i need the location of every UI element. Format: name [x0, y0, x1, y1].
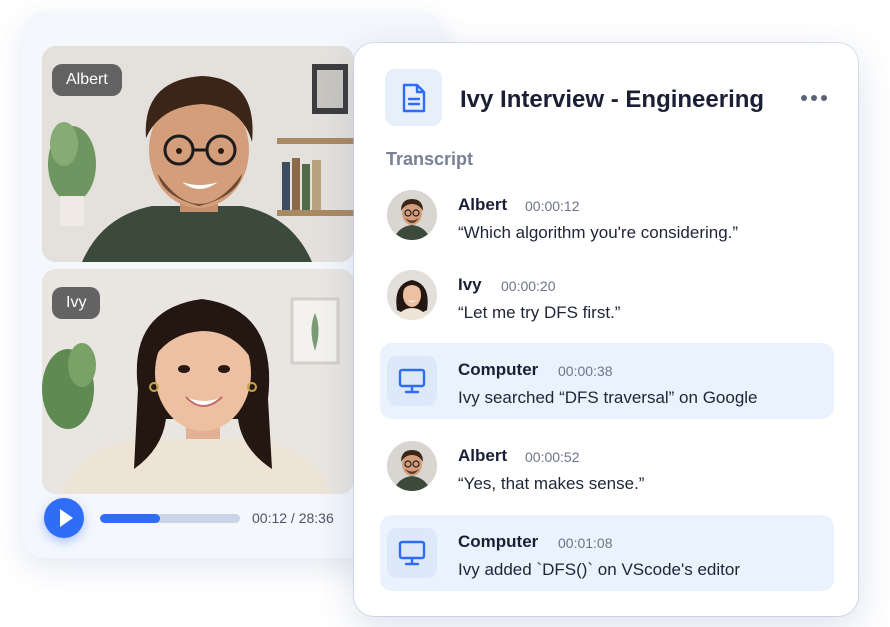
time-readout: 00:12 / 28:36 [252, 510, 334, 526]
speaker-name: Computer [458, 360, 539, 379]
section-label: Transcript [386, 149, 474, 169]
entry-message: “Yes, that makes sense.” [458, 474, 645, 493]
progress-fill [100, 514, 161, 523]
progress-slider[interactable] [100, 514, 240, 523]
transcript-entry[interactable]: Albert 00:00:12 “Which algorithm you're … [380, 183, 834, 247]
entry-timestamp: 00:00:52 [525, 449, 580, 465]
entry-timestamp: 00:00:20 [501, 278, 556, 294]
transcript-panel: Ivy Interview - Engineering Transcript A… [354, 43, 858, 616]
transcript-entry[interactable]: Ivy 00:00:20 “Let me try DFS first.” [380, 263, 834, 327]
play-button[interactable] [44, 498, 84, 538]
media-player-controls: 00:12 / 28:36 [42, 496, 342, 540]
speaker-name: Ivy [458, 275, 482, 294]
avatar-albert [387, 190, 437, 240]
entry-timestamp: 00:01:08 [558, 535, 613, 551]
video-tile-albert[interactable]: Albert [42, 46, 354, 262]
speaker-name: Albert [458, 446, 508, 465]
participant-name-tag: Albert [52, 64, 122, 96]
entry-timestamp: 00:00:12 [525, 198, 580, 214]
transcript-entry-computer[interactable]: Computer 00:00:38 Ivy searched “DFS trav… [380, 343, 834, 419]
panel-title: Ivy Interview - Engineering [460, 86, 765, 113]
monitor-icon [387, 528, 437, 578]
speaker-name: Computer [458, 532, 539, 551]
participant-name-tag: Ivy [52, 287, 101, 319]
speaker-name: Albert [458, 195, 508, 214]
transcript-entry-computer[interactable]: Computer 00:01:08 Ivy added `DFS()` on V… [380, 515, 834, 591]
entry-message: Ivy added `DFS()` on VScode's editor [458, 560, 740, 579]
avatar-albert [387, 441, 437, 491]
avatar-ivy [387, 270, 437, 320]
entry-timestamp: 00:00:38 [558, 363, 613, 379]
video-tile-ivy[interactable]: Ivy [42, 269, 354, 494]
entry-message: “Which algorithm you're considering.” [458, 223, 739, 242]
transcript-entry[interactable]: Albert 00:00:52 “Yes, that makes sense.” [380, 434, 834, 498]
entry-message: “Let me try DFS first.” [458, 303, 621, 322]
monitor-icon [387, 356, 437, 406]
document-icon [385, 69, 442, 126]
entry-message: Ivy searched “DFS traversal” on Google [458, 388, 758, 407]
more-options-icon[interactable] [800, 92, 828, 104]
